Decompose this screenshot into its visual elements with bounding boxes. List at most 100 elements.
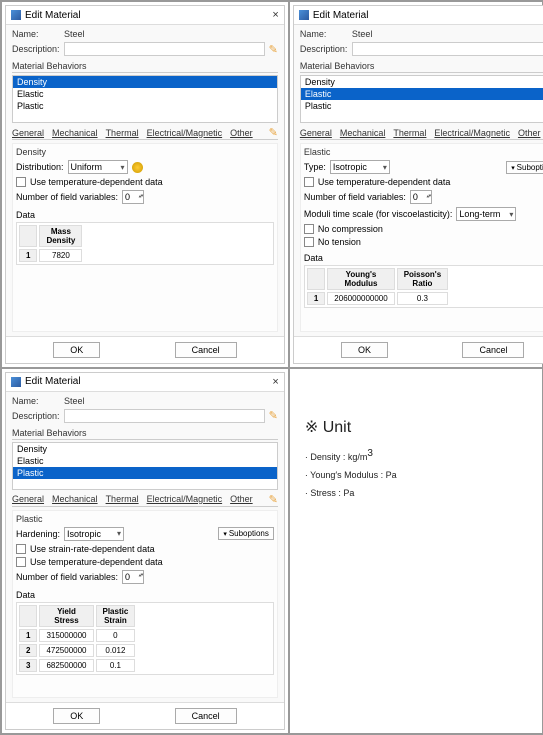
- titlebar: Edit Material ×: [294, 6, 543, 25]
- name-label: Name:: [12, 396, 60, 406]
- list-item[interactable]: Plastic: [13, 467, 277, 479]
- units-youngs: · Young′s Modulus : Pa: [305, 466, 543, 484]
- type-dropdown[interactable]: Isotropic: [330, 160, 390, 174]
- cell-value[interactable]: 0.1: [96, 659, 136, 672]
- nfield-spinner[interactable]: 0: [410, 190, 432, 204]
- nfield-spinner[interactable]: 0: [122, 190, 144, 204]
- list-item[interactable]: Elastic: [13, 455, 277, 467]
- delete-icon[interactable]: ✎: [269, 493, 278, 506]
- edit-icon[interactable]: ✎: [269, 409, 278, 422]
- edit-material-dialog-plastic: Edit Material × Name: Steel Description: ✎…: [5, 372, 285, 731]
- cell-value[interactable]: 0: [96, 629, 136, 642]
- description-label: Description:: [300, 44, 348, 54]
- tab-mechanical[interactable]: Mechanical: [52, 493, 98, 505]
- no-tension-checkbox[interactable]: [304, 237, 314, 247]
- cell-value[interactable]: 315000000: [39, 629, 93, 642]
- nfield-label: Number of field variables:: [16, 572, 118, 582]
- list-item[interactable]: Density: [13, 443, 277, 455]
- titlebar: Edit Material ×: [6, 373, 284, 392]
- globe-icon[interactable]: [132, 162, 143, 173]
- panel-title: Elastic: [304, 147, 543, 157]
- cell-value[interactable]: 472500000: [39, 644, 93, 657]
- cancel-button[interactable]: Cancel: [462, 342, 524, 358]
- tab-other[interactable]: Other: [230, 127, 253, 139]
- use-temp-checkbox[interactable]: [16, 557, 26, 567]
- list-item[interactable]: Elastic: [13, 88, 277, 100]
- moduli-label: Moduli time scale (for viscoelasticity):: [304, 209, 453, 219]
- ok-button[interactable]: OK: [53, 342, 100, 358]
- tab-general[interactable]: General: [12, 493, 44, 505]
- nfield-label: Number of field variables:: [16, 192, 118, 202]
- tab-general[interactable]: General: [12, 127, 44, 139]
- no-tension-label: No tension: [318, 237, 361, 247]
- elastic-table[interactable]: Young's ModulusPoisson's Ratio 120600000…: [304, 265, 543, 308]
- col-mass-density: Mass Density: [39, 225, 82, 247]
- close-icon[interactable]: ×: [272, 9, 278, 21]
- use-temp-label: Use temperature-dependent data: [30, 177, 163, 187]
- no-compression-label: No compression: [318, 224, 383, 234]
- units-header: ※ Unit: [305, 412, 543, 444]
- distribution-dropdown[interactable]: Uniform: [68, 160, 128, 174]
- list-item[interactable]: Plastic: [13, 100, 277, 112]
- category-tabs: General Mechanical Thermal Electrical/Ma…: [300, 126, 543, 140]
- tab-other[interactable]: Other: [518, 127, 541, 139]
- data-label: Data: [16, 590, 274, 600]
- suboptions-button[interactable]: Suboptions: [218, 527, 274, 540]
- description-input[interactable]: [352, 42, 543, 56]
- name-value: Steel: [64, 29, 85, 39]
- behaviors-list[interactable]: Density Elastic Plastic: [12, 75, 278, 123]
- use-temp-checkbox[interactable]: [16, 177, 26, 187]
- list-item[interactable]: Density: [301, 76, 543, 88]
- ok-button[interactable]: OK: [53, 708, 100, 724]
- use-temp-checkbox[interactable]: [304, 177, 314, 187]
- tab-thermal[interactable]: Thermal: [106, 127, 139, 139]
- edit-material-dialog-density: Edit Material × Name:Steel Description:✎…: [5, 5, 285, 364]
- tab-electrical[interactable]: Electrical/Magnetic: [147, 127, 223, 139]
- dialog-title: Edit Material: [25, 10, 272, 21]
- category-tabs: General Mechanical Thermal Electrical/Ma…: [12, 126, 278, 140]
- delete-icon[interactable]: ✎: [269, 126, 278, 139]
- density-table[interactable]: Mass Density 17820: [16, 222, 274, 265]
- row-header: 1: [19, 249, 37, 262]
- tab-other[interactable]: Other: [230, 493, 253, 505]
- tab-thermal[interactable]: Thermal: [393, 127, 426, 139]
- nfield-spinner[interactable]: 0: [122, 570, 144, 584]
- suboptions-button[interactable]: Suboptions: [506, 161, 543, 174]
- plastic-table[interactable]: Yield StressPlastic Strain 13150000000 2…: [16, 602, 274, 675]
- cell-value[interactable]: 206000000000: [327, 292, 394, 305]
- edit-icon[interactable]: ✎: [269, 43, 278, 56]
- list-item[interactable]: Density: [13, 76, 277, 88]
- list-item[interactable]: Plastic: [301, 100, 543, 112]
- tab-electrical[interactable]: Electrical/Magnetic: [147, 493, 223, 505]
- behaviors-label: Material Behaviors: [300, 61, 543, 73]
- cell-value[interactable]: 0.012: [96, 644, 136, 657]
- units-stress: · Stress : Pa: [305, 484, 543, 502]
- description-label: Description:: [12, 411, 60, 421]
- no-compression-checkbox[interactable]: [304, 224, 314, 234]
- col-poissons-ratio: Poisson's Ratio: [397, 268, 448, 290]
- cell-value[interactable]: 682500000: [39, 659, 93, 672]
- hardening-dropdown[interactable]: Isotropic: [64, 527, 124, 541]
- moduli-dropdown[interactable]: Long-term: [456, 207, 516, 221]
- description-input[interactable]: [64, 42, 265, 56]
- tab-general[interactable]: General: [300, 127, 332, 139]
- tab-thermal[interactable]: Thermal: [106, 493, 139, 505]
- ok-button[interactable]: OK: [341, 342, 388, 358]
- tab-mechanical[interactable]: Mechanical: [52, 127, 98, 139]
- tab-electrical[interactable]: Electrical/Magnetic: [434, 127, 510, 139]
- name-value: Steel: [64, 396, 85, 406]
- tab-mechanical[interactable]: Mechanical: [340, 127, 386, 139]
- list-item[interactable]: Elastic: [301, 88, 543, 100]
- close-icon[interactable]: ×: [272, 376, 278, 388]
- behaviors-list[interactable]: Density Elastic Plastic: [12, 442, 278, 490]
- row-header: 1: [19, 629, 37, 642]
- use-strain-checkbox[interactable]: [16, 544, 26, 554]
- description-input[interactable]: [64, 409, 265, 423]
- cell-value[interactable]: 7820: [39, 249, 82, 262]
- behaviors-list[interactable]: Density Elastic Plastic: [300, 75, 543, 123]
- cancel-button[interactable]: Cancel: [175, 708, 237, 724]
- cancel-button[interactable]: Cancel: [175, 342, 237, 358]
- cell-value[interactable]: 0.3: [397, 292, 448, 305]
- col-plastic-strain: Plastic Strain: [96, 605, 136, 627]
- row-header: 3: [19, 659, 37, 672]
